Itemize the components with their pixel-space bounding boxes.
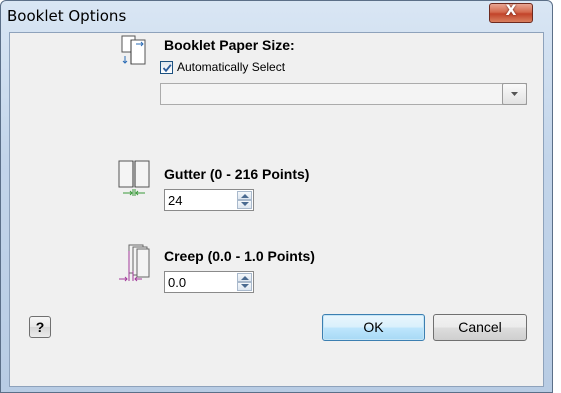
close-icon: X <box>505 3 517 19</box>
window-title: Booklet Options <box>7 7 127 25</box>
creep-increment-button[interactable] <box>237 273 252 282</box>
auto-select-checkbox[interactable] <box>160 61 173 74</box>
gutter-increment-button[interactable] <box>237 191 252 200</box>
spin-up-icon <box>241 194 249 198</box>
creep-label: Creep (0.0 - 1.0 Points) <box>164 248 315 264</box>
close-button[interactable]: X <box>489 3 533 23</box>
gutter-spinner[interactable]: 24 <box>164 189 254 211</box>
title-bar[interactable]: Booklet Options X <box>1 1 552 31</box>
booklet-paper-size-icon <box>119 34 149 73</box>
creep-decrement-button[interactable] <box>237 282 252 291</box>
spin-down-icon <box>241 202 249 206</box>
chevron-down-icon <box>511 92 518 96</box>
paper-size-label: Booklet Paper Size: <box>164 37 295 53</box>
spin-up-icon <box>241 276 249 280</box>
booklet-options-window: Booklet Options X Booklet Paper Size: Au… <box>0 0 553 393</box>
creep-icon <box>117 241 157 290</box>
paper-size-dropdown[interactable] <box>160 83 527 105</box>
ok-button[interactable]: OK <box>322 314 425 341</box>
paper-size-dropdown-button[interactable] <box>502 83 527 105</box>
check-icon <box>162 64 172 73</box>
gutter-decrement-button[interactable] <box>237 200 252 209</box>
gutter-icon <box>115 158 155 203</box>
creep-spinner[interactable]: 0.0 <box>164 271 254 293</box>
auto-select-label: Automatically Select <box>177 60 286 74</box>
help-button[interactable]: ? <box>29 316 51 338</box>
gutter-label: Gutter (0 - 216 Points) <box>164 166 310 182</box>
spin-down-icon <box>241 284 249 288</box>
cancel-button[interactable]: Cancel <box>433 314 527 341</box>
